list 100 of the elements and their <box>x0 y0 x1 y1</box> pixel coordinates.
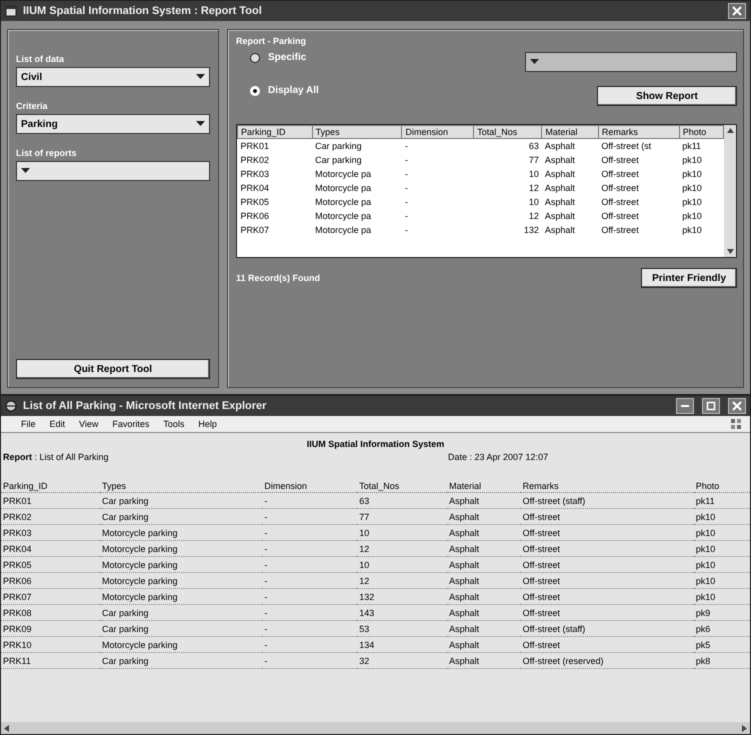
column-header[interactable]: Total_Nos <box>474 126 542 138</box>
page-heading: IIUM Spatial Information System <box>306 438 446 449</box>
menu-item[interactable]: Help <box>198 419 217 429</box>
table-cell: pk5 <box>694 636 750 652</box>
table-cell: 134 <box>357 636 448 652</box>
window-title: IIUM Spatial Information System : Report Tool <box>23 5 262 17</box>
show-report-button[interactable]: Show Report <box>597 86 737 106</box>
column-header: Total_Nos <box>357 480 448 492</box>
dropdown[interactable] <box>525 52 737 72</box>
column-header[interactable]: Dimension <box>402 126 474 138</box>
close-button[interactable] <box>728 3 746 19</box>
table-cell: - <box>262 492 358 508</box>
table-cell: Asphalt <box>447 492 521 508</box>
table-cell: 143 <box>357 604 448 620</box>
scrollbar[interactable] <box>724 125 736 257</box>
table-cell: Asphalt <box>447 652 521 668</box>
table-cell-text: Asphalt <box>544 154 576 166</box>
table-cell-text: Off-street <box>600 182 640 194</box>
scroll-right-icon <box>742 724 747 732</box>
table-cell: 132 <box>357 588 448 604</box>
table-cell: Asphalt <box>447 604 521 620</box>
menu-item[interactable]: Tools <box>163 419 184 429</box>
close-icon <box>732 6 742 16</box>
close-button[interactable] <box>728 398 746 414</box>
dropdown[interactable] <box>16 161 210 181</box>
table-cell-text: PRK03 <box>240 168 270 180</box>
menu-item[interactable]: Favorites <box>112 419 150 429</box>
table-cell: Asphalt <box>447 620 521 636</box>
table-cell-text: Car parking <box>314 154 363 166</box>
table-cell: Off-street (st <box>598 138 680 152</box>
column-header[interactable]: Remarks <box>598 126 680 138</box>
dropdown[interactable]: Civil <box>16 67 210 87</box>
table-cell: pk10 <box>694 508 750 524</box>
minimize-button[interactable] <box>676 398 694 414</box>
table-cell: Off-street <box>520 636 694 652</box>
column-header[interactable]: Photo <box>679 126 724 138</box>
table-cell-text: 12 <box>528 182 540 194</box>
status-text: 11 Record(s) Found <box>236 273 320 283</box>
quit-button[interactable]: Quit Report Tool <box>16 359 210 379</box>
column-header: Remarks <box>520 480 694 492</box>
table-cell: 53 <box>357 620 448 636</box>
table-cell-text: Off-street <box>600 196 640 208</box>
table-cell: 63 <box>474 138 542 152</box>
browser-icon <box>5 400 17 412</box>
table-cell-text: - <box>404 224 409 236</box>
table-cell: Motorcycle parking <box>100 540 262 556</box>
report-date: Date : 23 Apr 2007 12:07 <box>448 452 548 462</box>
table-cell: pk10 <box>694 524 750 540</box>
table-cell: Car parking <box>100 620 262 636</box>
table-cell-text: Asphalt <box>544 196 576 208</box>
printer-friendly-button[interactable]: Printer Friendly <box>641 268 737 288</box>
table-cell-text: pk10 <box>681 224 703 236</box>
table-cell: 63 <box>357 492 448 508</box>
table-cell: - <box>262 540 358 556</box>
table-cell-text: 10 <box>528 196 540 208</box>
maximize-button[interactable] <box>702 398 720 414</box>
column-header: Types <box>100 480 262 492</box>
dropdown[interactable]: Parking <box>16 114 210 134</box>
table-cell: Off-street <box>520 508 694 524</box>
table-cell: - <box>262 572 358 588</box>
table-cell: - <box>262 556 358 572</box>
maximize-icon <box>706 401 716 411</box>
table-cell: Off-street (staff) <box>520 492 694 508</box>
table-cell: Asphalt <box>447 572 521 588</box>
menu-item[interactable]: View <box>79 419 98 429</box>
scroll-down-icon <box>726 249 734 254</box>
table-cell: PRK04 <box>1 540 100 556</box>
table-cell-text: Off-street <box>600 210 640 222</box>
window-icon <box>5 5 17 17</box>
table-cell: pk9 <box>694 604 750 620</box>
table-cell: PRK01 <box>1 492 100 508</box>
table-cell-text: PRK05 <box>240 196 270 208</box>
radio-label[interactable]: Specific <box>268 52 306 63</box>
column-header[interactable]: Parking_ID <box>238 126 312 138</box>
table-cell: Asphalt <box>447 556 521 572</box>
radio-button[interactable] <box>250 52 260 62</box>
table-cell: PRK01 <box>238 138 312 152</box>
table-cell: Motorcycle parking <box>100 556 262 572</box>
table-cell-text: Asphalt <box>544 224 576 236</box>
table-cell: Asphalt <box>542 138 598 152</box>
table-cell: - <box>262 604 358 620</box>
table-cell-text: - <box>404 154 409 166</box>
scrollbar[interactable] <box>1 722 750 734</box>
table-cell: 10 <box>357 524 448 540</box>
menu-item[interactable]: Edit <box>50 419 66 429</box>
table-cell: - <box>262 636 358 652</box>
column-header[interactable]: Material <box>542 126 598 138</box>
dropdown-arrow-icon <box>196 121 205 127</box>
table-cell: pk10 <box>694 572 750 588</box>
table-cell: PRK11 <box>1 652 100 668</box>
menu-item[interactable]: File <box>21 419 36 429</box>
table-cell: PRK03 <box>1 524 100 540</box>
dropdown-arrow-icon <box>21 168 30 174</box>
radio-label[interactable]: Display All <box>268 85 319 96</box>
table-cell: Car parking <box>100 604 262 620</box>
table-cell: - <box>262 620 358 636</box>
report-title: Report : List of All Parking <box>3 452 110 462</box>
column-header[interactable]: Types <box>312 126 402 138</box>
table-cell: PRK10 <box>1 636 100 652</box>
table-cell: PRK02 <box>1 508 100 524</box>
